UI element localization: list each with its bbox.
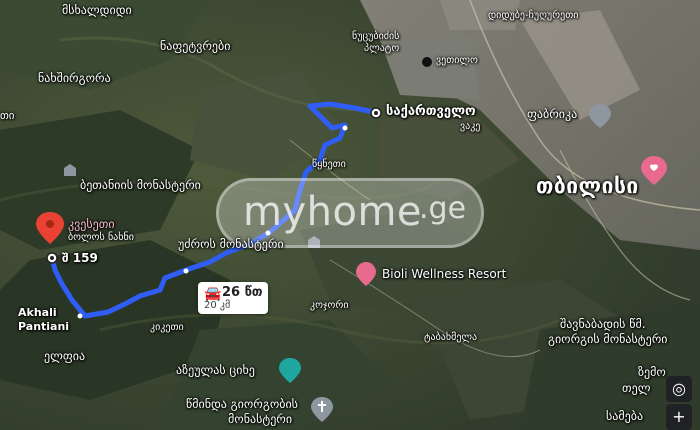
label-bottom-right-1: ზემო <box>638 365 666 379</box>
map-view[interactable]: myhome .ge მსხალდიდი ნაფეტვრები ნახშირგო… <box>0 0 700 430</box>
label-tsminda-2: მონასტერი <box>228 412 293 426</box>
label-elfia: ელფია <box>44 349 86 363</box>
label-tskneti: წყნეთი <box>312 159 346 170</box>
label-nabshi: ნახშირგორა <box>38 71 111 85</box>
label-shavnabada-2: გიორგის მონასტერი <box>548 332 668 346</box>
label-shavnabada-1: შავნაბადის წმ. <box>560 317 646 331</box>
label-tsminda-1: წმინდა გიორგობის <box>186 397 298 411</box>
label-udzros: უძროს მონასტერი <box>178 237 284 251</box>
label-nutsubidze-1: ნუცუბიძის <box>352 31 400 42</box>
route-distance: 20 კმ <box>204 300 231 311</box>
label-sh159: შ 159 <box>62 251 98 265</box>
label-samgeba: სამება <box>606 409 644 423</box>
label-akhali-1: Akhali <box>18 306 57 319</box>
zoom-in-button[interactable]: + <box>666 404 692 430</box>
route-info-box[interactable]: 🚘 26 წთ 20 კმ <box>198 282 268 314</box>
label-betania: ბეთანიის მონასტერი <box>80 178 201 192</box>
label-fabrika: ფაბრიკა <box>527 107 578 121</box>
label-saqartvelo: საქართველო <box>386 104 476 119</box>
label-kvesety-2: ბოლოს ნახნი <box>68 232 134 243</box>
label-kojori: კოჯორი <box>310 300 349 311</box>
label-mskhaldidi: მსხალდიდი <box>62 3 132 17</box>
label-nutsubidze-2: პლატო <box>364 43 400 54</box>
label-ti: თი <box>0 109 15 122</box>
label-vake: ვაკე <box>460 121 481 132</box>
label-digomi: დიდუბე-ჩუღურეთი <box>488 10 579 21</box>
watermark-ge: .ge <box>419 191 467 226</box>
label-bottom-right-2: თელ <box>622 381 651 395</box>
label-tabakhmela: ტაბახმელა <box>424 332 478 343</box>
label-naftebi: ნაფეტვრები <box>160 39 231 53</box>
city-label-tbilisi: თბილისი <box>536 174 639 198</box>
locate-icon: ◎ <box>672 379 686 398</box>
watermark-text: myhome <box>243 189 423 235</box>
label-ukhili: ვეთილო <box>436 55 478 66</box>
label-kiketi: კიკეთი <box>150 322 184 333</box>
route-time: 26 წთ <box>222 285 263 300</box>
label-bioli: Bioli Wellness Resort <box>382 267 507 281</box>
plus-icon: + <box>672 407 686 426</box>
locate-button[interactable]: ◎ <box>666 376 692 402</box>
label-kvesety-1: კვესეთი <box>68 217 115 231</box>
label-akhali-2: Pantiani <box>18 320 70 333</box>
label-azeulas: აზეულას ციხე <box>176 363 255 377</box>
